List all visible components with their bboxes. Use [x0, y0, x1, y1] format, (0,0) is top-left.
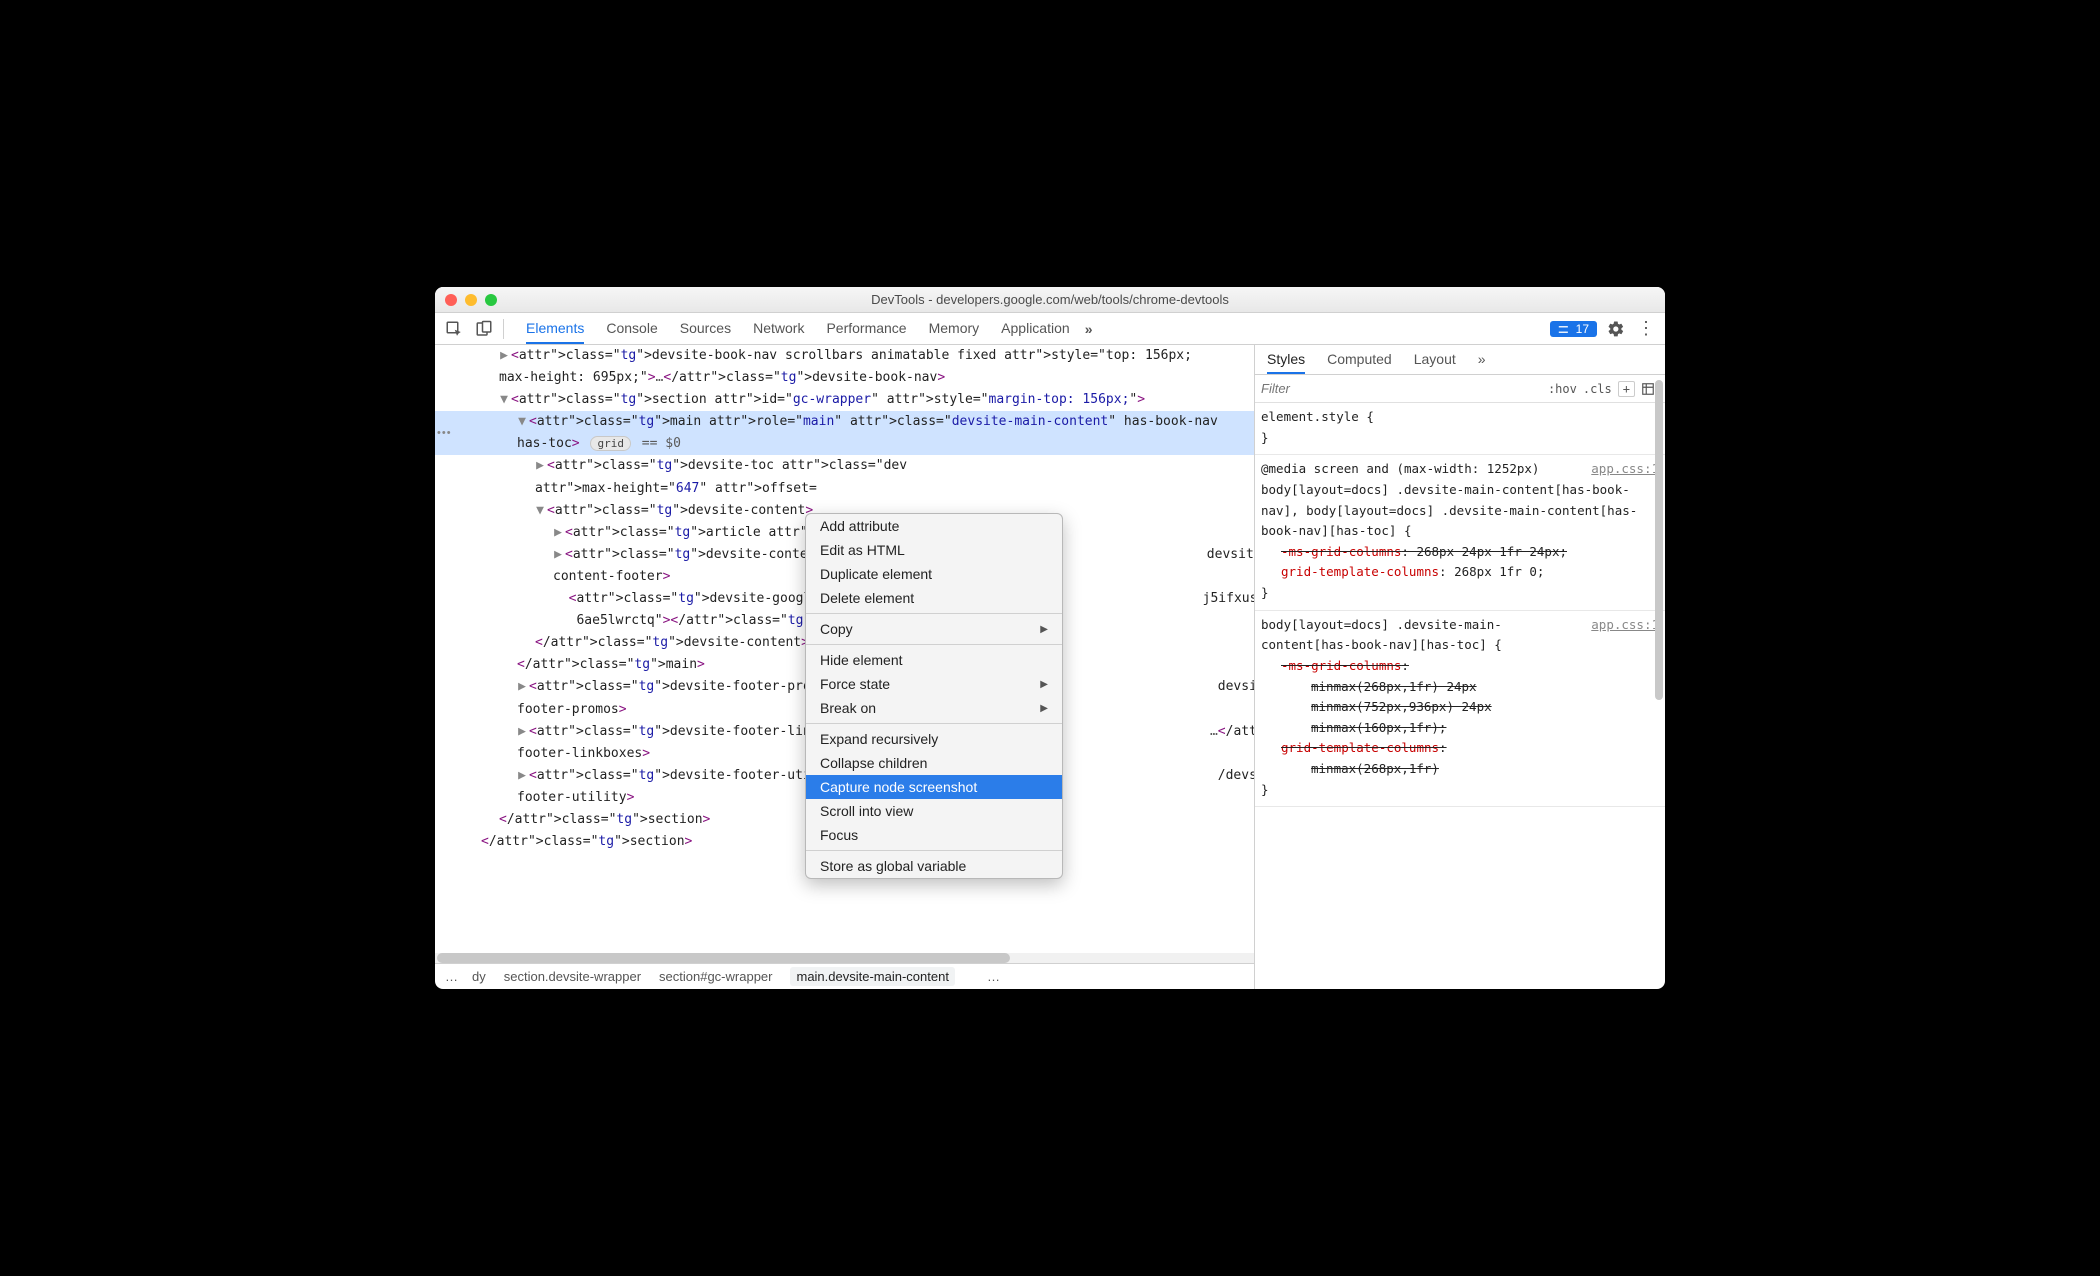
menu-item-hide-element[interactable]: Hide element — [806, 648, 1062, 672]
breadcrumb-post: … — [987, 969, 1000, 984]
menu-item-store-as-global-variable[interactable]: Store as global variable — [806, 854, 1062, 878]
close-window-icon[interactable] — [445, 294, 457, 306]
menu-item-focus[interactable]: Focus — [806, 823, 1062, 847]
style-rule[interactable]: element.style {} — [1255, 403, 1665, 455]
dom-node-selected[interactable]: ▼<attr">class="tg">main attr">role="main… — [435, 411, 1254, 433]
dom-node[interactable]: ▶<attr">class="tg">devsite-book-nav scro… — [435, 345, 1254, 367]
styles-filter-input[interactable] — [1261, 381, 1371, 396]
breadcrumb-item[interactable]: main.devsite-main-content — [790, 967, 954, 986]
main-toolbar: Elements Console Sources Network Performance… — [435, 313, 1665, 345]
menu-item-edit-as-html[interactable]: Edit as HTML — [806, 538, 1062, 562]
styles-tab-styles[interactable]: Styles — [1267, 345, 1305, 374]
styles-tab-computed[interactable]: Computed — [1327, 345, 1392, 374]
breadcrumb-bar: … dy section.devsite-wrapper section#gc-wr… — [435, 963, 1254, 989]
breadcrumb-pre: … — [445, 969, 458, 984]
issues-button[interactable]: 17 — [1550, 321, 1597, 337]
window-title: DevTools - developers.google.com/web/too… — [435, 292, 1665, 307]
menu-item-capture-node-screenshot[interactable]: Capture node screenshot — [806, 775, 1062, 799]
context-menu[interactable]: Add attributeEdit as HTMLDuplicate eleme… — [805, 513, 1063, 879]
settings-icon[interactable] — [1605, 318, 1627, 340]
source-link[interactable]: app.css:1 — [1591, 615, 1659, 636]
tab-elements[interactable]: Elements — [526, 313, 584, 344]
dom-node[interactable]: attr">max-height="647" attr">offset= — [435, 478, 1254, 500]
devtools-window: DevTools - developers.google.com/web/too… — [435, 287, 1665, 989]
kebab-menu-icon[interactable]: ⋮ — [1635, 318, 1657, 340]
menu-item-break-on[interactable]: Break on — [806, 696, 1062, 720]
styles-filter-row: :hov .cls + — [1255, 375, 1665, 403]
cls-chip[interactable]: .cls — [1583, 382, 1612, 396]
tab-memory[interactable]: Memory — [929, 313, 980, 344]
traffic-lights — [445, 294, 497, 306]
dom-node[interactable]: ▶<attr">class="tg">devsite-toc attr">cla… — [435, 455, 1254, 477]
menu-item-delete-element[interactable]: Delete element — [806, 586, 1062, 610]
minimize-window-icon[interactable] — [465, 294, 477, 306]
menu-item-scroll-into-view[interactable]: Scroll into view — [806, 799, 1062, 823]
menu-item-duplicate-element[interactable]: Duplicate element — [806, 562, 1062, 586]
hover-chip[interactable]: :hov — [1548, 382, 1577, 396]
dom-node[interactable]: max-height: 695px;">…</attr">class="tg">… — [435, 367, 1254, 389]
style-rule[interactable]: app.css:1body[layout=docs] .devsite-main… — [1255, 611, 1665, 808]
menu-item-expand-recursively[interactable]: Expand recursively — [806, 727, 1062, 751]
gutter-ellipsis: ••• — [437, 427, 452, 439]
menu-item-add-attribute[interactable]: Add attribute — [806, 514, 1062, 538]
tab-console[interactable]: Console — [606, 313, 657, 344]
tab-application[interactable]: Application — [1001, 313, 1070, 344]
style-rule[interactable]: app.css:1@media screen and (max-width: 1… — [1255, 455, 1665, 610]
breadcrumb-item[interactable]: section.devsite-wrapper — [504, 969, 641, 984]
inspect-element-icon[interactable] — [443, 318, 465, 340]
menu-item-copy[interactable]: Copy — [806, 617, 1062, 641]
breadcrumb-item[interactable]: dy — [472, 969, 486, 984]
tab-sources[interactable]: Sources — [680, 313, 731, 344]
source-link[interactable]: app.css:1 — [1591, 459, 1659, 480]
dom-node-selected[interactable]: has-toc> grid == $0 — [435, 433, 1254, 455]
menu-item-collapse-children[interactable]: Collapse children — [806, 751, 1062, 775]
styles-tab-layout[interactable]: Layout — [1414, 345, 1456, 374]
tab-performance[interactable]: Performance — [826, 313, 906, 344]
menu-item-force-state[interactable]: Force state — [806, 672, 1062, 696]
device-toggle-icon[interactable] — [473, 318, 495, 340]
elements-panel: ••• ▶<attr">class="tg">devsite-book-nav … — [435, 345, 1255, 989]
add-rule-chip[interactable]: + — [1618, 381, 1635, 397]
issues-count: 17 — [1576, 322, 1589, 336]
titlebar: DevTools - developers.google.com/web/too… — [435, 287, 1665, 313]
more-tabs-icon[interactable]: » — [1078, 318, 1100, 340]
grid-badge: grid — [590, 436, 631, 451]
zoom-window-icon[interactable] — [485, 294, 497, 306]
breadcrumb-item[interactable]: section#gc-wrapper — [659, 969, 772, 984]
vertical-scrollbar[interactable] — [1653, 375, 1665, 989]
style-rules[interactable]: element.style {}app.css:1@media screen a… — [1255, 403, 1665, 989]
styles-panel: Styles Computed Layout » :hov .cls + elemen… — [1255, 345, 1665, 989]
horizontal-scrollbar[interactable] — [435, 953, 1254, 963]
tab-network[interactable]: Network — [753, 313, 804, 344]
dom-node[interactable]: ▼<attr">class="tg">section attr">id="gc-… — [435, 389, 1254, 411]
styles-more-tabs-icon[interactable]: » — [1478, 345, 1486, 374]
